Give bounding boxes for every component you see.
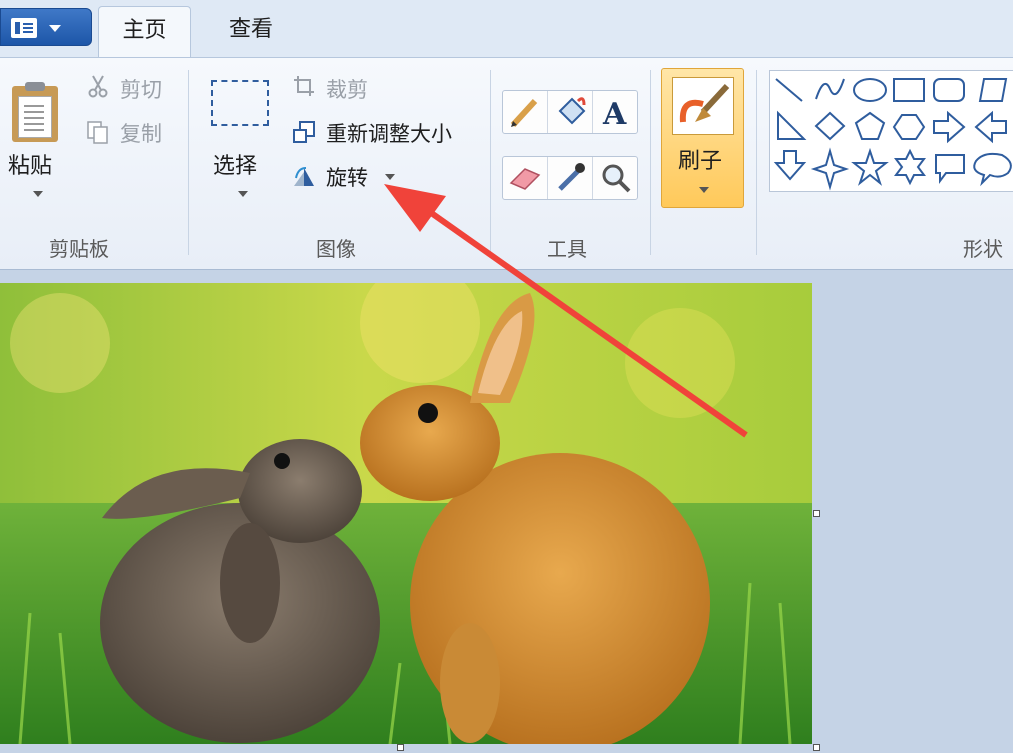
shape-five-point-star-icon[interactable]	[851, 147, 889, 186]
fill-icon	[558, 97, 586, 125]
select-rectangle-icon	[211, 80, 269, 126]
group-separator	[490, 70, 491, 255]
dropdown-arrow-icon	[49, 25, 61, 32]
clipboard-icon	[12, 82, 58, 142]
brushes-button[interactable]: 刷子	[661, 68, 744, 208]
group-separator	[756, 70, 757, 255]
crop-button[interactable]: 裁剪	[290, 74, 410, 104]
shape-line-icon[interactable]	[775, 78, 803, 102]
shape-right-triangle-icon[interactable]	[777, 110, 807, 140]
resize-button[interactable]: 重新调整大小	[290, 118, 480, 148]
brushes-dropdown-icon	[699, 187, 709, 193]
copy-label: 复制	[120, 122, 162, 146]
file-menu-button[interactable]	[0, 8, 92, 46]
text-tool-button[interactable]: A	[593, 91, 638, 133]
color-picker-icon	[558, 163, 585, 191]
clipboard-group-label: 剪贴板	[49, 237, 109, 261]
copy-button[interactable]: 复制	[84, 118, 184, 148]
file-menu-icon	[11, 18, 37, 38]
magnifier-tool-button[interactable]	[593, 157, 638, 199]
shapes-gallery-grid	[773, 78, 1012, 191]
tools-row-1: A	[502, 90, 638, 134]
select-label: 选择	[213, 154, 258, 179]
ribbon-tab-bar: 主页 查看	[0, 0, 1013, 57]
shape-diamond-icon[interactable]	[814, 111, 846, 141]
select-dropdown-icon	[238, 191, 248, 197]
resize-handle-right[interactable]	[813, 510, 820, 517]
ribbon: 粘贴 剪切 复制 剪贴板 选择 裁剪 重新调整大小 旋转 图像 A 工具 刷子 …	[0, 57, 1013, 270]
rotate-icon	[294, 167, 314, 186]
pencil-tool-button[interactable]	[503, 91, 548, 133]
shape-four-point-star-icon[interactable]	[810, 147, 850, 191]
rotate-dropdown-icon	[385, 174, 395, 180]
shape-hexagon-icon[interactable]	[892, 114, 926, 140]
shape-rounded-rectangle-icon[interactable]	[933, 78, 965, 102]
rabbits-photo	[0, 283, 812, 744]
text-icon: A	[602, 97, 627, 132]
eraser-tool-button[interactable]	[503, 157, 548, 199]
cut-button[interactable]: 剪切	[84, 74, 184, 104]
color-picker-tool-button[interactable]	[548, 157, 593, 199]
canvas-image[interactable]	[0, 283, 812, 744]
group-separator	[650, 70, 651, 255]
shapes-group-label: 形状	[963, 237, 1003, 261]
tools-row-2	[502, 156, 638, 200]
paste-dropdown-icon	[33, 191, 43, 197]
paste-button[interactable]: 粘贴	[4, 66, 70, 216]
shape-rect-callout-icon[interactable]	[935, 154, 965, 184]
resize-label: 重新调整大小	[326, 122, 452, 146]
group-separator	[188, 70, 189, 255]
tab-home[interactable]: 主页	[98, 6, 191, 57]
shapes-gallery	[769, 70, 1013, 192]
shape-left-arrow-icon[interactable]	[974, 110, 1007, 144]
shape-rectangle-icon[interactable]	[893, 78, 925, 102]
scissors-icon	[88, 75, 108, 98]
shape-six-point-star-icon[interactable]	[894, 148, 926, 186]
brushes-label: 刷子	[678, 149, 723, 174]
resize-icon	[293, 121, 315, 143]
crop-label: 裁剪	[326, 78, 368, 102]
magnifier-icon	[602, 164, 631, 193]
shape-curve-icon[interactable]	[815, 78, 845, 100]
tools-group-label: 工具	[547, 237, 587, 261]
brush-icon	[672, 77, 734, 135]
svg-text:A: A	[602, 97, 627, 132]
pencil-icon	[510, 98, 538, 128]
image-group-label: 图像	[316, 237, 356, 261]
paste-label: 粘贴	[8, 154, 53, 179]
resize-handle-corner[interactable]	[813, 744, 820, 751]
shape-right-arrow-icon[interactable]	[933, 110, 966, 144]
cut-label: 剪切	[120, 78, 162, 102]
rotate-label: 旋转	[326, 166, 368, 190]
eraser-icon	[509, 168, 541, 190]
tab-view[interactable]: 查看	[205, 6, 297, 57]
shape-down-arrow-icon[interactable]	[773, 150, 807, 181]
crop-icon	[294, 76, 314, 96]
rotate-button[interactable]: 旋转	[290, 162, 410, 192]
resize-handle-bottom[interactable]	[397, 744, 404, 751]
shape-oval-icon[interactable]	[853, 78, 887, 102]
shape-pentagon-icon[interactable]	[854, 111, 886, 140]
copy-icon	[87, 121, 108, 144]
select-button[interactable]: 选择	[200, 66, 280, 216]
shape-oval-callout-icon[interactable]	[973, 152, 1012, 187]
fill-tool-button[interactable]	[548, 91, 593, 133]
shape-polygon-icon[interactable]	[978, 78, 1008, 102]
